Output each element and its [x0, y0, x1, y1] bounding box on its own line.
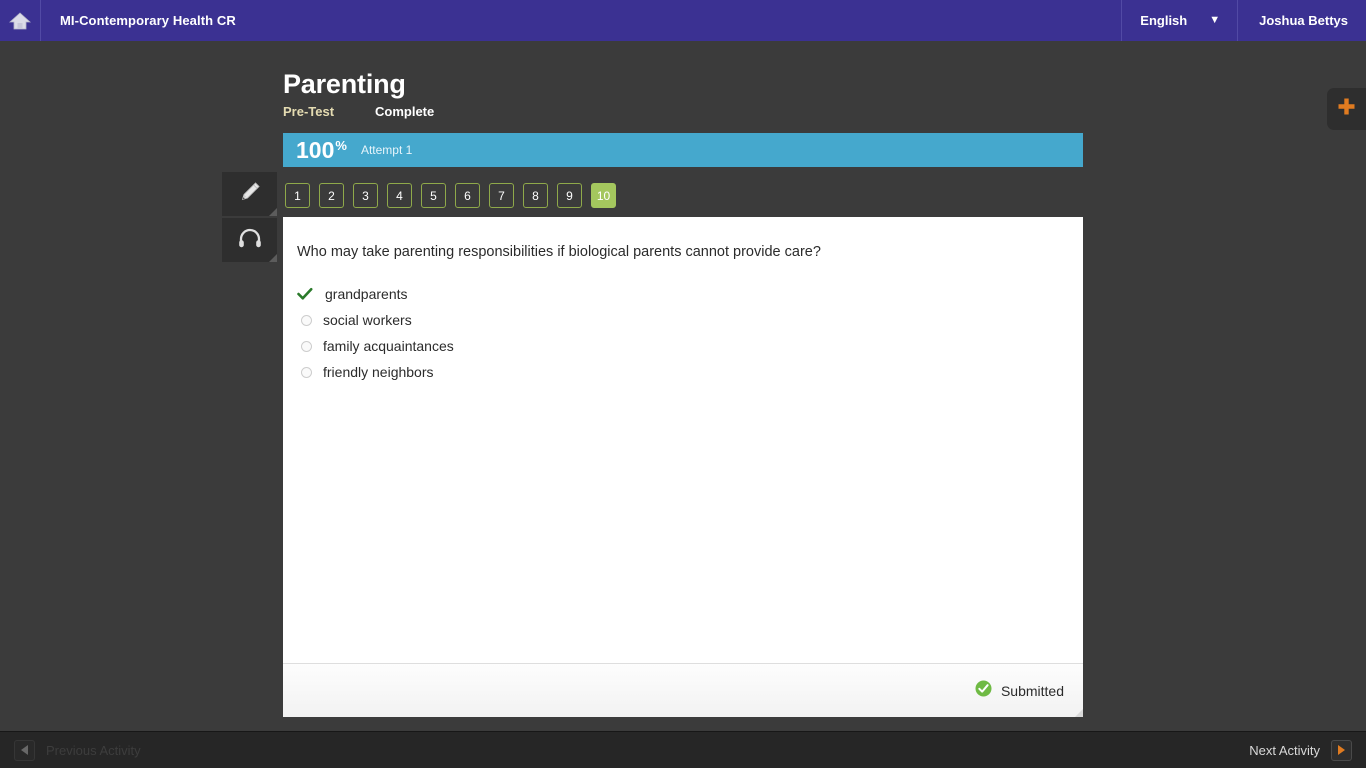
page-title: Parenting [283, 69, 406, 99]
question-nav-item-8[interactable]: 8 [523, 183, 548, 208]
course-title: MI-Contemporary Health CR [60, 13, 236, 28]
radio-icon [297, 314, 323, 326]
answer-option-label-3: family acquaintances [323, 338, 454, 354]
user-name-label: Joshua Bettys [1259, 13, 1348, 28]
next-activity-button[interactable]: Next Activity [1249, 739, 1352, 761]
pencil-icon [237, 179, 263, 210]
chevron-down-icon: ▼ [1209, 14, 1221, 26]
answer-option-label-1: grandparents [325, 286, 408, 302]
score-percent-symbol: % [335, 137, 347, 153]
question-nav-item-7[interactable]: 7 [489, 183, 514, 208]
header-spacer [236, 0, 1121, 41]
answer-option-label-2: social workers [323, 312, 412, 328]
question-nav-item-1[interactable]: 1 [285, 183, 310, 208]
question-nav-item-2[interactable]: 2 [319, 183, 344, 208]
previous-activity-button[interactable]: Previous Activity [14, 739, 141, 761]
activity-subheader: Pre-Test Complete [283, 104, 1083, 119]
radio-icon [297, 340, 323, 352]
highlighter-tool-button[interactable] [222, 172, 277, 218]
answer-option-2[interactable]: social workers [297, 307, 1083, 333]
question-text: Who may take parenting responsibilities … [297, 244, 821, 260]
headphones-icon [237, 226, 263, 255]
question-nav-item-10[interactable]: 10 [591, 183, 616, 208]
radio-icon [297, 366, 323, 378]
triangle-right-icon [1331, 739, 1352, 761]
score-value: 100 [296, 136, 335, 163]
activity-type-label: Pre-Test [283, 104, 335, 119]
tool-rail [222, 172, 277, 264]
question-nav-item-3[interactable]: 3 [353, 183, 378, 208]
question-card: Who may take parenting responsibilities … [283, 217, 1083, 717]
question-navigation: 1 2 3 4 5 6 7 8 9 10 [285, 183, 616, 208]
submission-status-label: Submitted [1000, 682, 1064, 699]
answer-option-4[interactable]: friendly neighbors [297, 359, 1083, 385]
triangle-left-icon [14, 739, 35, 761]
check-icon [297, 287, 323, 301]
question-nav-item-6[interactable]: 6 [455, 183, 480, 208]
home-button[interactable] [0, 0, 41, 41]
previous-activity-label: Previous Activity [46, 742, 141, 758]
page-content: Parenting Pre-Test Complete 100 % Attemp… [0, 41, 1366, 731]
answer-option-3[interactable]: family acquaintances [297, 333, 1083, 359]
attempt-label: Attempt 1 [360, 143, 413, 157]
check-circle-icon [975, 680, 992, 702]
answer-option-1[interactable]: grandparents [297, 281, 1083, 307]
top-header-bar: MI-Contemporary Health CR English ▼ Josh… [0, 0, 1366, 41]
score-bar: 100 % Attempt 1 [283, 133, 1083, 167]
add-note-button[interactable] [1327, 88, 1366, 130]
next-activity-label: Next Activity [1249, 742, 1320, 758]
bottom-navigation-bar: Previous Activity Next Activity [0, 731, 1366, 768]
question-card-footer: Submitted [283, 663, 1083, 717]
question-nav-item-9[interactable]: 9 [557, 183, 582, 208]
language-label: English [1140, 13, 1188, 28]
language-selector[interactable]: English ▼ [1121, 0, 1239, 41]
plus-icon [1337, 97, 1356, 121]
activity-status-label: Complete [375, 104, 435, 119]
home-icon [9, 11, 31, 31]
audio-tool-button[interactable] [222, 218, 277, 264]
question-body: Who may take parenting responsibilities … [283, 217, 1083, 663]
answer-options: grandparents social workers family acqua… [297, 281, 1083, 385]
answer-option-label-4: friendly neighbors [323, 364, 434, 380]
question-nav-item-4[interactable]: 4 [387, 183, 412, 208]
question-nav-item-5[interactable]: 5 [421, 183, 446, 208]
activity-header: Parenting Pre-Test Complete [283, 68, 1083, 119]
user-menu[interactable]: Joshua Bettys [1238, 0, 1366, 41]
